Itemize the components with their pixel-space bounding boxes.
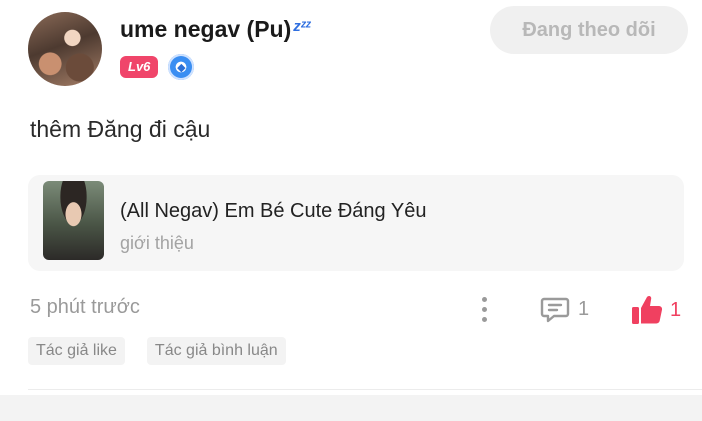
tag-author-liked: Tác giả like bbox=[28, 337, 125, 365]
avatar[interactable] bbox=[28, 12, 102, 86]
section-separator bbox=[0, 395, 702, 421]
post-header: ume negav (Pu) zᶻᶻ Lv6 ◆ Đang theo dõi bbox=[28, 6, 688, 86]
follow-button[interactable]: Đang theo dõi bbox=[490, 6, 688, 54]
divider bbox=[28, 389, 702, 390]
comment-count: 1 bbox=[578, 297, 590, 320]
tag-author-commented: Tác giả bình luận bbox=[146, 337, 286, 365]
author-name-text: ume negav (Pu) bbox=[120, 16, 292, 42]
story-thumbnail bbox=[43, 181, 104, 260]
gem-icon: ◆ bbox=[168, 54, 195, 80]
story-subtitle: giới thiệu bbox=[120, 233, 194, 253]
comment-button[interactable]: 1 bbox=[540, 294, 589, 324]
level-badge: Lv6 bbox=[120, 56, 159, 78]
like-button[interactable]: 1 bbox=[630, 294, 681, 326]
story-title: (All Negav) Em Bé Cute Đáng Yêu bbox=[120, 200, 427, 222]
like-count: 1 bbox=[670, 298, 682, 321]
more-options-icon[interactable] bbox=[474, 290, 494, 328]
linked-story-card[interactable]: (All Negav) Em Bé Cute Đáng Yêu giới thi… bbox=[28, 175, 684, 271]
post-text: thêm Đăng đi cậu bbox=[30, 116, 211, 142]
author-badges: Lv6 ◆ bbox=[120, 54, 195, 80]
zzz-icon: zᶻᶻ bbox=[293, 18, 311, 35]
post-time: 5 phút trước bbox=[30, 296, 140, 318]
author-name[interactable]: ume negav (Pu) zᶻᶻ bbox=[120, 16, 311, 43]
comment-icon bbox=[540, 297, 570, 323]
tag-list: Tác giả like Tác giả bình luận bbox=[28, 337, 286, 365]
thumbs-up-icon bbox=[632, 295, 663, 324]
